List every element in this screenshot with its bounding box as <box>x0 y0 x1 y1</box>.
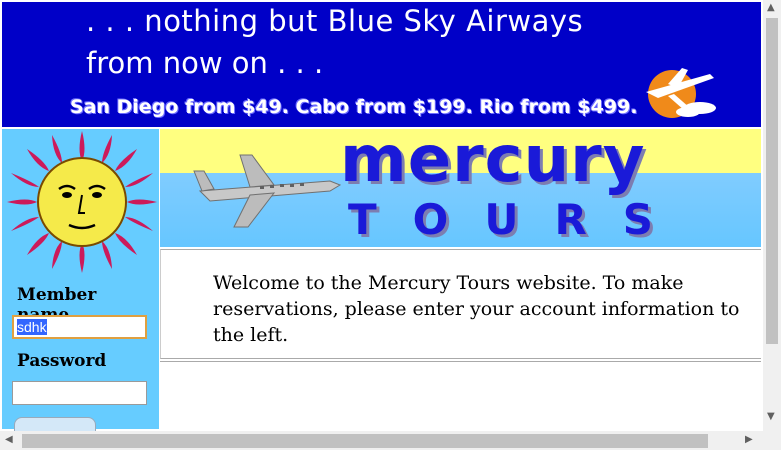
banner-tagline-line1: . . . nothing but Blue Sky Airways <box>86 4 584 38</box>
banner-fares-text: San Diego from $49. Cabo from $199. Rio … <box>70 96 638 118</box>
brand-tours-text: TOURS <box>348 195 690 244</box>
horizontal-scrollbar[interactable]: ◀ ▶ <box>0 431 763 450</box>
page-viewport: . . . nothing but Blue Sky Airways from … <box>0 0 763 431</box>
welcome-message: Welcome to the Mercury Tours website. To… <box>213 272 740 346</box>
horizontal-scroll-thumb[interactable] <box>22 434 708 448</box>
scrollbar-corner <box>763 431 781 450</box>
scroll-right-icon[interactable]: ▶ <box>745 435 753 445</box>
content-divider <box>160 361 761 364</box>
vertical-scrollbar[interactable]: ▲ ▼ <box>763 0 781 431</box>
member-name-value: sdhk <box>17 319 47 335</box>
sun-face-icon <box>7 131 157 273</box>
left-sidebar: Member name sdhk Password <box>2 129 159 431</box>
login-form: Member name sdhk Password <box>12 279 153 431</box>
brand-mercury-text: mercury <box>340 123 646 197</box>
banner-tagline-line2: from now on . . . <box>86 46 324 80</box>
sign-in-button[interactable] <box>14 417 96 431</box>
airplane-sun-logo-icon <box>646 68 716 118</box>
airplane-icon <box>193 154 342 228</box>
welcome-panel: Welcome to the Mercury Tours website. To… <box>160 249 761 359</box>
mercury-tours-header: mercury TOURS <box>160 123 761 247</box>
scroll-left-icon[interactable]: ◀ <box>5 435 13 445</box>
airways-banner[interactable]: . . . nothing but Blue Sky Airways from … <box>2 2 761 127</box>
scroll-down-icon[interactable]: ▼ <box>767 412 775 422</box>
password-input[interactable] <box>12 381 147 405</box>
vertical-scroll-thumb[interactable] <box>766 18 778 344</box>
password-label: Password <box>17 351 107 371</box>
scroll-up-icon[interactable]: ▲ <box>767 3 775 13</box>
member-name-input[interactable]: sdhk <box>12 315 147 339</box>
